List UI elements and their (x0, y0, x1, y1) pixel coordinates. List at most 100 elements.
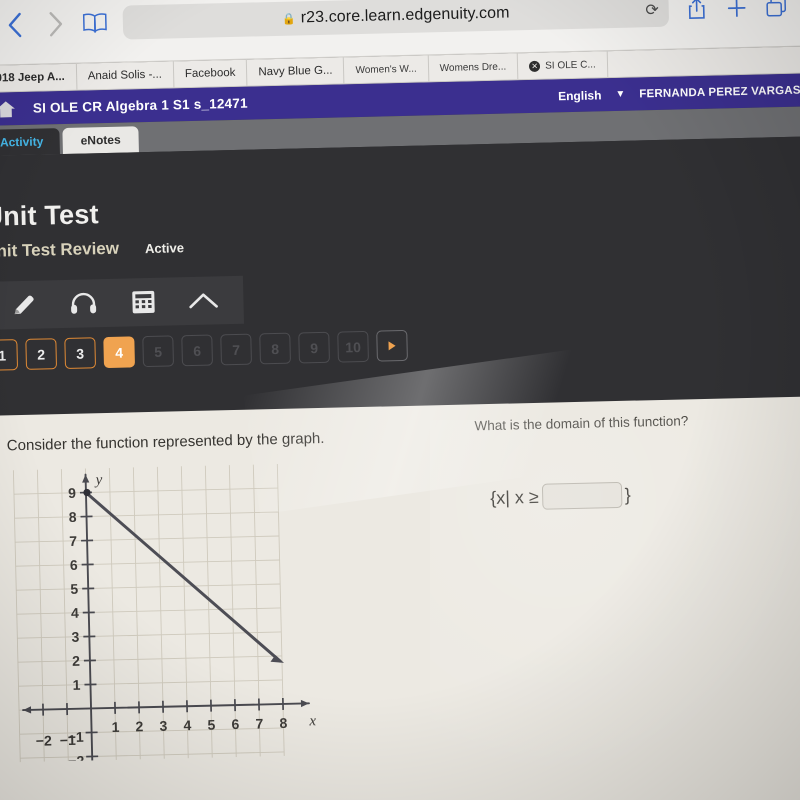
page-button-4[interactable]: 4 (103, 336, 136, 369)
favorite-item-active[interactable]: ✕ SI OLE C... (517, 51, 609, 80)
app-header-right: English ▼ FERNANDA PEREZ VARGAS (558, 83, 800, 103)
favorite-label: Facebook (184, 66, 236, 81)
tab-label: eNotes (80, 132, 121, 148)
svg-text:−2: −2 (68, 753, 85, 763)
favorite-label: Navy Blue G... (258, 64, 333, 79)
url-text: r23.core.learn.edgenuity.com (300, 4, 510, 27)
svg-text:8: 8 (279, 715, 287, 731)
svg-text:7: 7 (69, 533, 77, 549)
coordinate-plane: −2 −1 1 2 3 4 5 6 7 8 9 8 7 6 5 4 3 2 1 … (12, 464, 317, 783)
favorite-item[interactable]: 2018 Jeep A... (0, 63, 78, 92)
calculator-icon[interactable] (126, 285, 161, 320)
svg-text:−1: −1 (68, 729, 85, 745)
svg-text:6: 6 (231, 716, 239, 732)
answer-suffix: } (624, 484, 631, 505)
book-icon[interactable] (74, 3, 115, 44)
page-title: SI OLE CR Algebra 1 S1 s_12471 (32, 95, 248, 116)
lesson-toolbar (0, 275, 245, 330)
address-bar[interactable]: 🔒 r23.core.learn.edgenuity.com ⟳ (122, 0, 670, 40)
svg-text:5: 5 (70, 581, 78, 597)
share-icon[interactable] (676, 0, 717, 29)
page-button-2[interactable]: 2 (25, 338, 58, 370)
svg-text:3: 3 (71, 629, 79, 645)
collapse-up-icon[interactable] (186, 283, 221, 318)
answer-expression: {x| x ≥ } (490, 477, 800, 511)
question-stem: Consider the function represented by the… (6, 429, 325, 455)
page-label: 6 (193, 342, 202, 359)
tablet-screen: 53% 🔒 r2 (0, 0, 800, 800)
forward-chevron-icon (34, 4, 75, 45)
page-button-10: 10 (337, 330, 369, 363)
favorite-item[interactable]: Facebook (173, 59, 248, 88)
chevron-down-icon[interactable]: ▼ (615, 89, 625, 100)
svg-text:2: 2 (135, 718, 143, 734)
back-chevron-icon[interactable] (0, 5, 35, 46)
plus-icon[interactable] (716, 0, 757, 29)
page-button-3[interactable]: 3 (64, 337, 97, 369)
favorite-label: 2018 Jeep A... (0, 70, 65, 85)
tab-activity[interactable]: Activity (0, 128, 60, 156)
answer-prefix: {x| x ≥ (489, 486, 539, 508)
svg-text:1: 1 (111, 719, 119, 735)
x-axis-label: x (308, 713, 316, 729)
lock-icon: 🔒 (281, 12, 296, 26)
svg-text:4: 4 (71, 605, 79, 621)
lesson-panel: Unit Test Unit Test Review Active 1 2 3 … (0, 136, 800, 416)
svg-text:9: 9 (68, 485, 76, 501)
language-selector[interactable]: English (558, 88, 602, 103)
status-badge: Active (144, 240, 185, 257)
favorite-label: Women's W... (355, 63, 417, 76)
page-label: 5 (154, 343, 163, 360)
tab-enotes[interactable]: eNotes (62, 126, 139, 154)
svg-text:2: 2 (72, 653, 80, 669)
home-icon[interactable] (0, 100, 17, 119)
question-area: Consider the function represented by the… (0, 396, 800, 800)
favorite-item[interactable]: Womens Dre... (428, 53, 519, 82)
favorite-item[interactable]: Anaid Solis -... (76, 61, 175, 90)
svg-text:−2: −2 (36, 732, 53, 748)
page-button-8: 8 (259, 332, 291, 365)
page-button-6: 6 (181, 334, 213, 367)
page-button-1[interactable]: 1 (0, 339, 19, 371)
user-name-label: FERNANDA PEREZ VARGAS (639, 84, 800, 100)
question-prompt: What is the domain of this function? (474, 413, 689, 434)
assignment-name: Unit Test Review (0, 238, 120, 261)
page-button-7: 7 (220, 333, 252, 366)
question-pagination: 1 2 3 4 5 6 7 8 9 10 (0, 320, 800, 371)
svg-text:4: 4 (183, 717, 191, 733)
svg-text:6: 6 (70, 557, 78, 573)
svg-text:7: 7 (255, 715, 263, 731)
play-next-icon (388, 341, 396, 351)
page-button-9: 9 (298, 331, 330, 364)
favorite-item[interactable]: Navy Blue G... (247, 57, 345, 86)
page-label: 3 (76, 345, 85, 362)
next-question-button[interactable] (376, 329, 408, 362)
page-label: 8 (271, 340, 280, 357)
svg-text:3: 3 (159, 718, 167, 734)
tablet-photo: 53% 🔒 r2 (0, 0, 800, 800)
page-label: 7 (232, 341, 241, 358)
tab-label: Activity (0, 134, 44, 150)
page-label: 9 (310, 339, 319, 356)
favorite-label: SI OLE C... (545, 58, 596, 72)
page-label: 1 (0, 346, 7, 364)
favorite-item[interactable]: Women's W... (344, 55, 430, 84)
function-graph: −2 −1 1 2 3 4 5 6 7 8 9 8 7 6 5 4 3 2 1 … (7, 452, 454, 783)
page-label: 10 (345, 338, 362, 355)
page-button-5: 5 (142, 335, 175, 368)
svg-text:5: 5 (207, 717, 215, 733)
tabs-overview-icon[interactable] (756, 0, 797, 28)
svg-text:8: 8 (69, 509, 77, 525)
y-axis-label: y (93, 472, 102, 488)
close-icon[interactable]: ✕ (529, 60, 541, 72)
browser-nav-row: 🔒 r23.core.learn.edgenuity.com ⟳ (0, 0, 800, 48)
question-left-column: Consider the function represented by the… (0, 405, 466, 800)
pencil-icon[interactable] (6, 288, 41, 323)
svg-text:1: 1 (72, 677, 80, 693)
favorite-label: Anaid Solis -... (87, 68, 163, 83)
reload-icon[interactable]: ⟳ (645, 0, 659, 20)
question-right-column: What is the domain of this function? {x|… (446, 396, 800, 800)
page-label: 2 (37, 345, 46, 363)
headphones-icon[interactable] (66, 286, 101, 321)
answer-input[interactable] (541, 481, 623, 510)
